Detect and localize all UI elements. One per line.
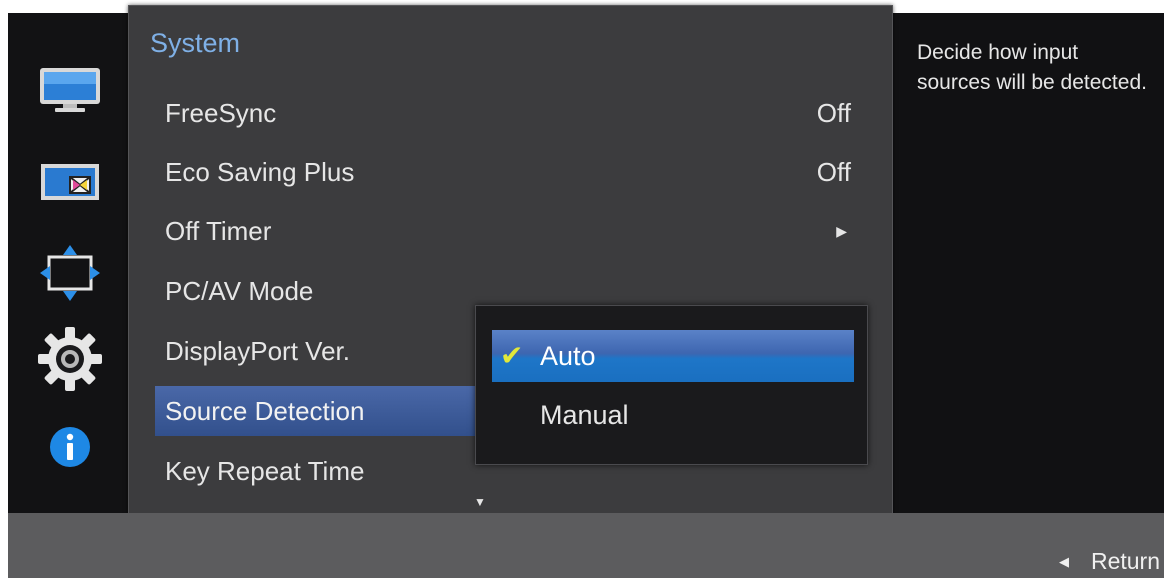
source-detection-dropdown bbox=[475, 305, 868, 465]
check-icon: ✔ bbox=[500, 340, 524, 371]
monitor-osd: System FreeSync Off Eco Saving Plus Off … bbox=[0, 0, 1164, 578]
menu-item-label: PC/AV Mode bbox=[165, 276, 314, 306]
left-triangle-icon: ◀ bbox=[1058, 554, 1069, 569]
menu-item-label: Eco Saving Plus bbox=[165, 157, 355, 187]
position-arrows-icon[interactable] bbox=[39, 243, 101, 303]
menu-item-value: Off bbox=[816, 157, 851, 187]
menu-item-off-timer[interactable]: Off Timer ▶ bbox=[155, 206, 875, 256]
panel-title: System bbox=[150, 28, 241, 58]
dropdown-option-auto[interactable]: ✔ Auto bbox=[492, 330, 854, 382]
help-description: Decide how input sources will be detecte… bbox=[917, 41, 1147, 94]
menu-item-label: DisplayPort Ver. bbox=[165, 336, 350, 366]
footer-bar bbox=[8, 513, 1164, 578]
menu-item-label: FreeSync bbox=[165, 98, 277, 128]
gear-icon[interactable] bbox=[37, 326, 103, 392]
menu-item-label: Off Timer bbox=[165, 216, 272, 246]
menu-item-value: Off bbox=[816, 98, 851, 128]
category-sidebar bbox=[8, 13, 128, 513]
menu-item-label: Key Repeat Time bbox=[165, 456, 365, 486]
menu-item-label: Source Detection bbox=[165, 396, 365, 426]
dropdown-option-manual[interactable]: Manual bbox=[492, 389, 854, 441]
option-label: Manual bbox=[540, 400, 629, 430]
monitor-icon[interactable] bbox=[39, 67, 101, 113]
option-label: Auto bbox=[540, 341, 596, 371]
down-triangle-icon[interactable]: ▼ bbox=[474, 495, 486, 509]
return-button[interactable]: ◀ Return bbox=[1059, 548, 1160, 575]
picture-size-icon[interactable] bbox=[40, 163, 100, 201]
menu-item-eco-saving-plus[interactable]: Eco Saving Plus Off bbox=[155, 147, 875, 197]
menu-item-source-detection[interactable]: Source Detection bbox=[155, 386, 485, 436]
menu-item-freesync[interactable]: FreeSync Off bbox=[155, 88, 875, 138]
return-label: Return bbox=[1090, 548, 1160, 574]
right-triangle-icon: ▶ bbox=[836, 223, 847, 239]
info-icon[interactable] bbox=[49, 426, 91, 468]
